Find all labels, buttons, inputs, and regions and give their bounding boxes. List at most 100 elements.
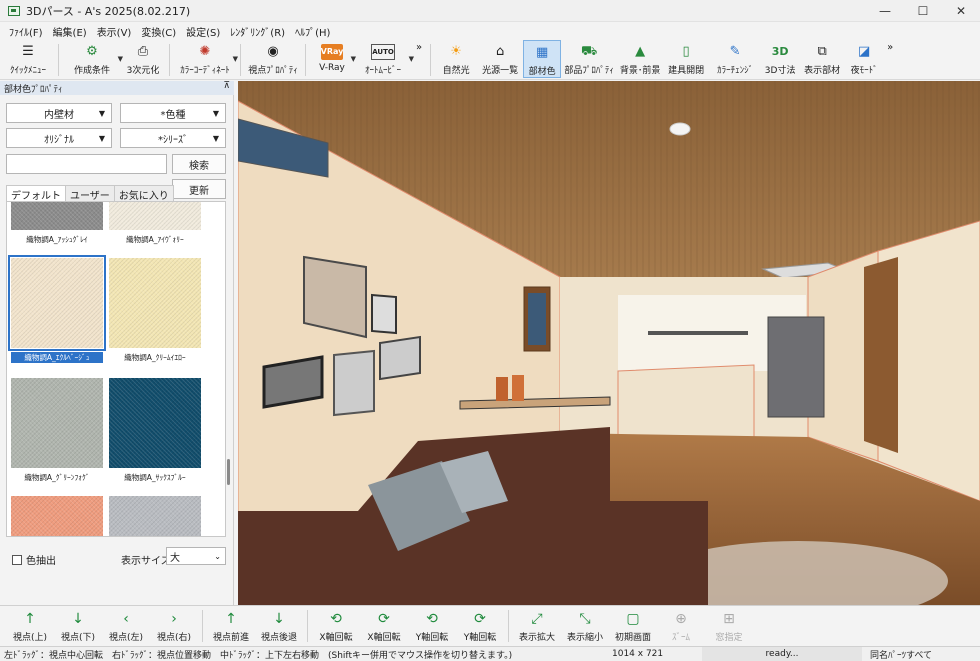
display-parts-button[interactable]: ⧉ 表示部材	[799, 40, 845, 78]
gear-check-icon: ⚙	[86, 44, 98, 59]
zoom-in-button[interactable]: ⤢ 表示拡大	[513, 606, 561, 643]
menu-convert[interactable]: 変換(C)	[136, 24, 181, 39]
menu-file[interactable]: ﾌｧｲﾙ(F)	[4, 24, 48, 39]
toolbar-overflow-chevron[interactable]: »	[416, 42, 422, 53]
chevron-left-icon: ‹	[123, 611, 129, 627]
scrollbar-thumb[interactable]	[227, 459, 230, 485]
film-icon: AUTO	[371, 44, 395, 60]
menu-view[interactable]: 表示(V)	[92, 24, 137, 39]
x-rotate-cw-button[interactable]: ⟳ X軸回転	[360, 606, 408, 643]
close-button[interactable]: ✕	[942, 0, 980, 22]
viewport-size-text: 1014 x 721	[612, 649, 664, 659]
panel-title-bar: 部材色ﾌﾟﾛﾊﾟﾃｨ ⊼	[0, 81, 234, 95]
y-rotate-ccw-button[interactable]: ⟲ Y軸回転	[408, 606, 456, 643]
display-size-select[interactable]: 大 ⌄	[166, 547, 226, 565]
viewpoint-property-button[interactable]: ◉ 視点ﾌﾟﾛﾊﾟﾃｨ	[245, 40, 301, 78]
background-button[interactable]: ▲ 背景･前景	[617, 40, 663, 78]
swatch-coral[interactable]	[11, 496, 103, 536]
series-dropdown[interactable]: *ｼﾘｰｽﾞ ▼	[120, 128, 226, 148]
wall-picture-portrait	[333, 349, 375, 417]
original-dropdown[interactable]: ｵﾘｼﾞﾅﾙ ▼	[6, 128, 112, 148]
part-property-button[interactable]: ⛟ 部品ﾌﾟﾛﾊﾟﾃｨ	[561, 40, 617, 78]
dropdown-arrow-icon[interactable]: ▼	[409, 55, 414, 63]
window-select-button[interactable]: ⊞ 窓指定	[705, 606, 753, 643]
brush-icon: ✎	[729, 44, 741, 59]
natural-light-button[interactable]: ☀ 自然光	[435, 40, 477, 78]
toolbar-separator	[430, 44, 432, 76]
color-coordinate-button[interactable]: ✺ ｶﾗｰｺｰﾃﾞｨﾈｰﾄ ▼	[174, 40, 238, 78]
3d-viewport[interactable]	[238, 81, 980, 605]
panel-title: 部材色ﾌﾟﾛﾊﾟﾃｨ	[4, 84, 63, 95]
menu-edit[interactable]: 編集(E)	[48, 24, 92, 39]
quick-menu-button[interactable]: ☰ ｸｲｯｸﾒﾆｭｰ	[2, 40, 54, 78]
swatch-sax-blue[interactable]: 織物調A_ｻｯｸｽﾌﾞﾙｰ	[109, 378, 201, 483]
dropdown-arrow-icon: ▼	[98, 133, 105, 143]
create-condition-button[interactable]: ⚙ 作成条件 ▼	[63, 40, 123, 78]
y-rotate-cw-button[interactable]: ⟳ Y軸回転	[456, 606, 504, 643]
view-left-button[interactable]: ‹ 視点(左)	[102, 606, 150, 643]
panel-tabs: デフォルト ユーザー お気に入り	[6, 185, 174, 202]
hamburger-icon: ☰	[22, 44, 34, 59]
toolbar-overflow-chevron-right[interactable]: »	[887, 42, 893, 53]
camera-icon: ◉	[267, 44, 279, 59]
dropdown-arrow-icon[interactable]: ▼	[233, 55, 238, 63]
swatch-green-fog[interactable]: 織物調A_ｸﾞﾘｰﾝﾌｫｸﾞ	[11, 378, 103, 483]
swatch-ash-gray[interactable]: 織物調A_ｱｯｼｭｸﾞﾚｲ	[11, 202, 103, 245]
to-3d-button[interactable]: ⎙ 3次元化	[121, 40, 165, 78]
view-forward-button[interactable]: ↑ 視点前進	[207, 606, 255, 643]
wall-picture-leaf	[379, 335, 421, 381]
wall-window-glass	[528, 293, 546, 345]
initial-view-button[interactable]: ▢ 初期画面	[609, 606, 657, 643]
table-vase-2	[512, 375, 524, 401]
menu-rendering[interactable]: ﾚﾝﾀﾞﾘﾝｸﾞ(R)	[225, 24, 290, 39]
menu-help[interactable]: ﾍﾙﾌﾟ(H)	[290, 24, 335, 39]
toolbar-separator	[305, 44, 306, 76]
arrow-up-icon: ↑	[225, 611, 237, 627]
menu-settings[interactable]: 設定(S)	[181, 24, 225, 39]
search-button[interactable]: 検索	[172, 154, 226, 174]
menu-bar: ﾌｧｲﾙ(F) 編集(E) 表示(V) 変換(C) 設定(S) ﾚﾝﾀﾞﾘﾝｸﾞ…	[0, 22, 980, 40]
table-vase	[496, 377, 508, 401]
swatch-ecru-beige[interactable]: 織物調A_ｴｸﾙﾍﾞｰｼﾞｭ	[8, 255, 106, 363]
fixture-open-button[interactable]: ▯ 建具開閉	[663, 40, 709, 78]
view-back-button[interactable]: ↓ 視点後退	[255, 606, 303, 643]
material-color-button[interactable]: ▦ 部材色	[523, 40, 562, 78]
auto-movie-button[interactable]: AUTO ｵｰﾄﾑｰﾋﾞｰ ▼	[354, 40, 414, 78]
search-input[interactable]	[6, 154, 167, 174]
view-down-button[interactable]: ↓ 視点(下)	[54, 606, 102, 643]
color-change-button[interactable]: ✎ ｶﾗｰﾁｪﾝｼﾞ	[709, 40, 761, 78]
zoom-button[interactable]: ⊕ ｽﾞｰﾑ	[657, 606, 705, 643]
tab-favorites[interactable]: お気に入り	[113, 185, 174, 202]
swatch-texture	[109, 258, 201, 348]
night-mode-button[interactable]: ◪ 夜ﾓｰﾄﾞ	[845, 40, 883, 78]
checkbox-box[interactable]	[12, 554, 22, 565]
wall-picture-small	[371, 293, 397, 335]
minimize-button[interactable]: —	[866, 0, 904, 22]
swatch-scrollbar[interactable]	[227, 203, 231, 533]
color-type-dropdown[interactable]: *色種 ▼	[120, 103, 226, 123]
color-extract-checkbox[interactable]: 色抽出	[12, 552, 56, 567]
app-icon	[8, 5, 20, 16]
maximize-button[interactable]: ☐	[904, 0, 942, 22]
tab-default[interactable]: デフォルト	[6, 185, 66, 202]
kitchen-counter	[617, 364, 755, 438]
dim-3d-button[interactable]: 3D 3D寸法	[761, 40, 799, 78]
swatch-cream-yellow[interactable]: 織物調A_ｸﾘｰﾑｲｴﾛｰ	[109, 258, 201, 363]
status-bar: 左ﾄﾞﾗｯｸﾞ：視点中心回転 右ﾄﾞﾗｯｸﾞ：視点位置移動 中ﾄﾞﾗｯｸﾞ：上下…	[0, 646, 980, 661]
view-right-button[interactable]: › 視点(右)	[150, 606, 198, 643]
x-rotate-ccw-button[interactable]: ⟲ X軸回転	[312, 606, 360, 643]
toolbar-separator	[307, 610, 308, 642]
tab-user[interactable]: ユーザー	[65, 185, 115, 202]
material-color-panel: 内壁材 ▼ *色種 ▼ ｵﾘｼﾞﾅﾙ ▼ *ｼﾘｰｽﾞ ▼ 検索 更新 デフォルト ユー…	[0, 95, 234, 605]
swatch-silver[interactable]	[109, 496, 201, 536]
update-button[interactable]: 更新	[172, 179, 226, 199]
3d-scene-render[interactable]	[238, 81, 980, 605]
swatch-texture	[109, 496, 201, 536]
vray-button[interactable]: VRay V-Ray ▼	[310, 40, 356, 78]
material-type-dropdown[interactable]: 内壁材 ▼	[6, 103, 112, 123]
view-up-button[interactable]: ↑ 視点(上)	[6, 606, 54, 643]
light-list-button[interactable]: ⌂ 光源一覧	[477, 40, 523, 78]
zoom-out-button[interactable]: ⤡ 表示縮小	[561, 606, 609, 643]
pin-icon[interactable]: ⊼	[223, 81, 230, 91]
swatch-ivory[interactable]: 織物調A_ｱｲｳﾞｫﾘｰ	[109, 202, 201, 245]
